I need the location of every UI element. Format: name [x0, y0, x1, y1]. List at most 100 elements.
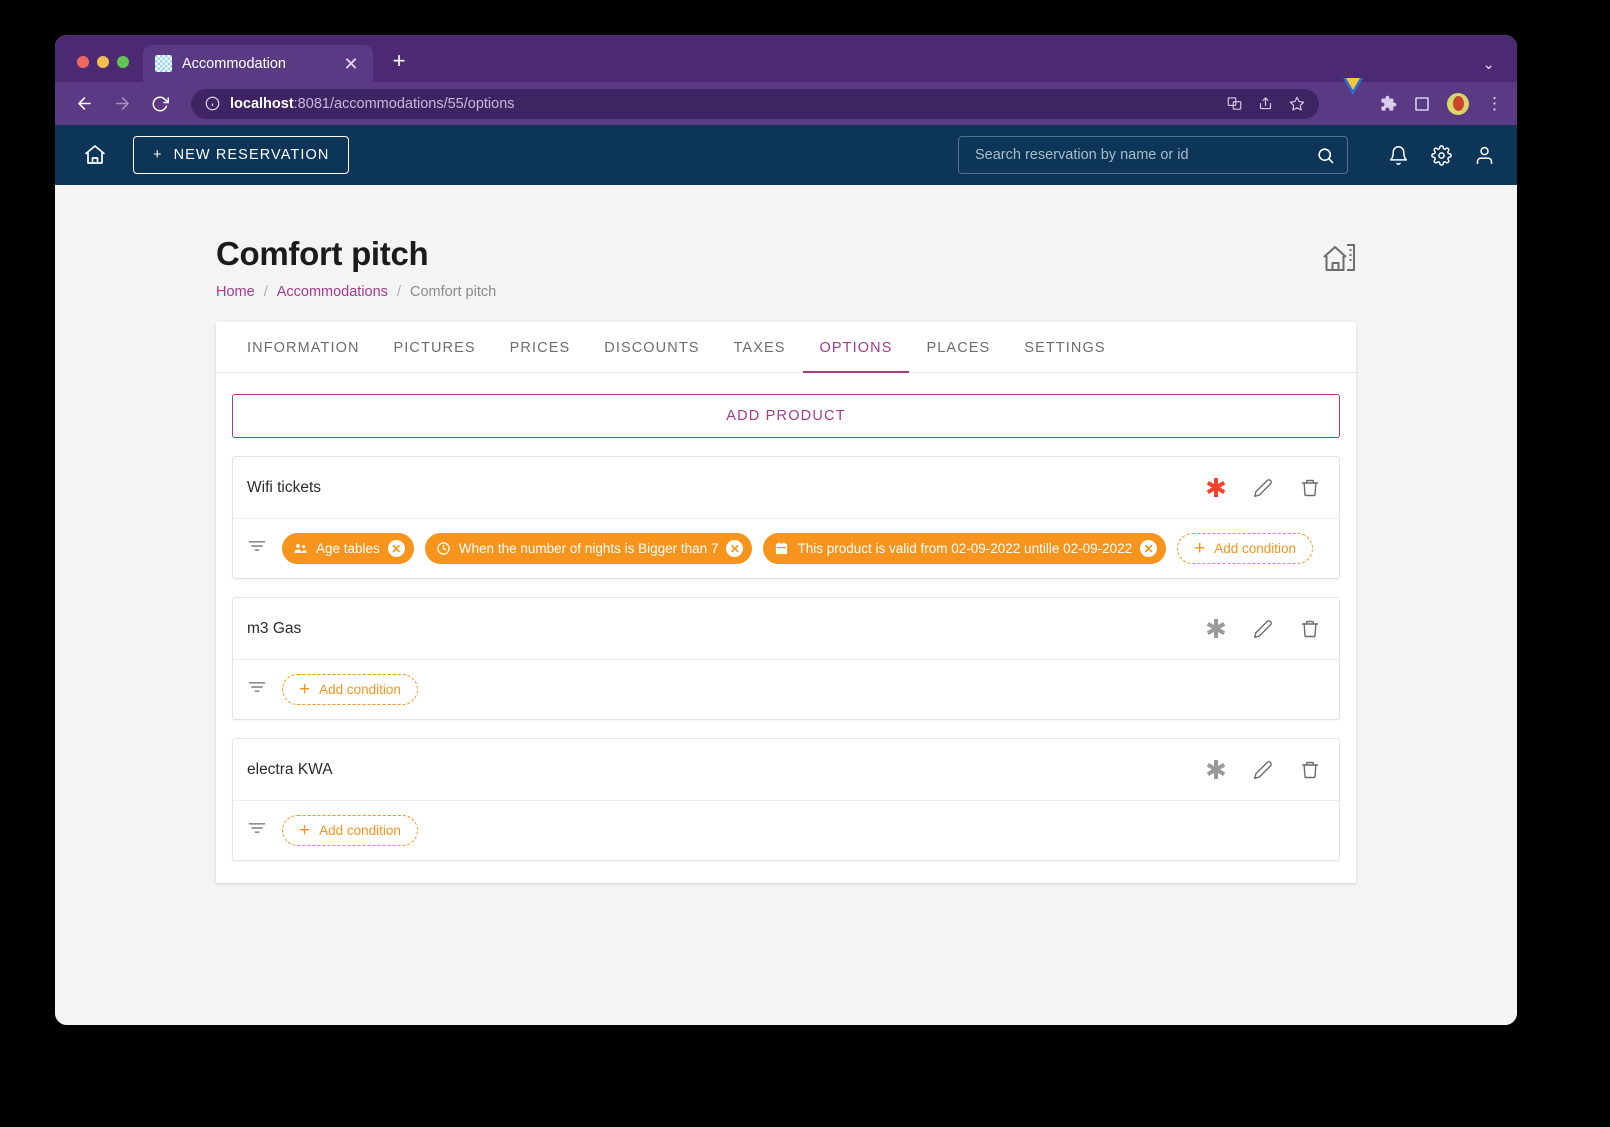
address-bar-url: localhost:8081/accommodations/55/options — [230, 96, 515, 112]
product-actions: ✱ — [1205, 757, 1321, 783]
condition-chip[interactable]: Age tables ✕ — [282, 533, 414, 564]
filter-icon — [247, 818, 267, 843]
calendar-icon — [774, 541, 789, 556]
tab-settings[interactable]: SETTINGS — [1007, 322, 1122, 373]
delete-trash-icon[interactable] — [1299, 618, 1321, 640]
add-product-button[interactable]: ADD PRODUCT — [232, 394, 1340, 438]
breadcrumb: Home / Accommodations / Comfort pitch — [216, 284, 496, 300]
close-window-button[interactable] — [77, 56, 89, 68]
extensions-puzzle-icon[interactable] — [1380, 95, 1397, 112]
reload-button[interactable] — [147, 91, 173, 117]
tab-pictures[interactable]: PICTURES — [377, 322, 493, 373]
browser-window: Accommodation ✕ + ⌄ localhost:8081/accom… — [55, 35, 1517, 1025]
home-icon[interactable] — [75, 135, 115, 175]
add-condition-label: Add condition — [319, 823, 401, 838]
remove-condition-icon[interactable]: ✕ — [726, 540, 744, 557]
product-name: electra KWA — [247, 760, 333, 778]
product-header: electra KWA ✱ — [233, 739, 1339, 801]
breadcrumb-separator: / — [263, 284, 268, 300]
plus-icon: + — [299, 679, 311, 700]
vercel-extension-icon[interactable] — [1343, 77, 1363, 113]
clock-icon — [436, 541, 451, 556]
product-conditions: + Add condition — [233, 801, 1339, 860]
sidepanel-icon[interactable] — [1414, 96, 1430, 112]
breadcrumb-item-current: Comfort pitch — [409, 284, 497, 300]
chevron-down-icon[interactable]: ⌄ — [1482, 55, 1495, 73]
filter-icon — [247, 677, 267, 702]
window-controls — [55, 56, 143, 82]
add-condition-button[interactable]: + Add condition — [282, 674, 418, 705]
tab-discounts[interactable]: DISCOUNTS — [587, 322, 716, 373]
required-asterisk-icon[interactable]: ✱ — [1205, 475, 1227, 501]
tab-places[interactable]: PLACES — [909, 322, 1007, 373]
product-row: Wifi tickets ✱ Age tables ✕ When the num… — [232, 456, 1340, 579]
new-reservation-label: NEW RESERVATION — [173, 147, 330, 163]
breadcrumb-item-home[interactable]: Home — [216, 284, 255, 300]
search-icon[interactable] — [1316, 146, 1335, 165]
entity-tabs: INFORMATION PICTURES PRICES DISCOUNTS TA… — [216, 322, 1356, 373]
edit-pencil-icon[interactable] — [1252, 477, 1274, 499]
app-header: + NEW RESERVATION — [55, 125, 1517, 185]
browser-toolbar: localhost:8081/accommodations/55/options — [55, 77, 1517, 125]
browser-tabstrip: Accommodation ✕ + ⌄ — [55, 35, 1517, 82]
close-tab-icon[interactable]: ✕ — [341, 55, 361, 73]
maximize-window-button[interactable] — [117, 56, 129, 68]
search-box[interactable] — [958, 136, 1348, 174]
tab-taxes[interactable]: TAXES — [717, 322, 803, 373]
product-conditions: Age tables ✕ When the number of nights i… — [233, 519, 1339, 578]
add-condition-button[interactable]: + Add condition — [282, 815, 418, 846]
product-conditions: + Add condition — [233, 660, 1339, 719]
required-asterisk-icon[interactable]: ✱ — [1205, 757, 1227, 783]
bookmark-star-icon[interactable] — [1289, 96, 1305, 112]
browser-menu-icon[interactable]: ⋮ — [1486, 95, 1503, 112]
page-header: Comfort pitch Home / Accommodations / Co… — [216, 235, 1356, 300]
profile-avatar[interactable] — [1447, 92, 1469, 115]
remove-condition-icon[interactable]: ✕ — [387, 540, 405, 557]
group-icon — [293, 541, 308, 556]
add-condition-label: Add condition — [1214, 541, 1297, 556]
new-tab-button[interactable]: + — [389, 50, 409, 72]
address-bar[interactable]: localhost:8081/accommodations/55/options — [191, 88, 1319, 119]
notifications-bell-icon[interactable] — [1388, 145, 1409, 166]
product-name: m3 Gas — [247, 619, 302, 637]
settings-gear-icon[interactable] — [1431, 144, 1452, 166]
back-button[interactable] — [71, 91, 97, 117]
condition-chip-label: This product is valid from 02-09-2022 un… — [797, 541, 1133, 556]
required-asterisk-icon[interactable]: ✱ — [1205, 616, 1227, 642]
plus-icon: + — [153, 147, 163, 163]
plus-icon: + — [1194, 538, 1206, 559]
edit-pencil-icon[interactable] — [1252, 759, 1274, 781]
building-house-icon — [1322, 241, 1356, 278]
forward-button[interactable] — [109, 91, 135, 117]
add-condition-button[interactable]: + Add condition — [1177, 533, 1314, 564]
edit-pencil-icon[interactable] — [1252, 618, 1274, 640]
new-reservation-button[interactable]: + NEW RESERVATION — [133, 136, 350, 174]
breadcrumb-separator: / — [396, 284, 401, 300]
options-body: ADD PRODUCT Wifi tickets ✱ Age tables ✕ … — [216, 373, 1356, 861]
translate-icon[interactable] — [1227, 96, 1242, 111]
condition-chip[interactable]: This product is valid from 02-09-2022 un… — [763, 533, 1167, 564]
product-row: m3 Gas ✱ + Add condition — [232, 597, 1340, 720]
site-info-icon[interactable] — [205, 96, 220, 111]
delete-trash-icon[interactable] — [1299, 759, 1321, 781]
tab-options[interactable]: OPTIONS — [802, 322, 910, 373]
options-card: INFORMATION PICTURES PRICES DISCOUNTS TA… — [216, 322, 1356, 883]
condition-chip-label: Age tables — [316, 541, 380, 556]
condition-chip[interactable]: When the number of nights is Bigger than… — [424, 533, 753, 564]
delete-trash-icon[interactable] — [1299, 477, 1321, 499]
page-content: Comfort pitch Home / Accommodations / Co… — [55, 185, 1517, 1025]
favicon-icon — [155, 55, 172, 72]
product-row: electra KWA ✱ + Add condition — [232, 738, 1340, 861]
remove-condition-icon[interactable]: ✕ — [1140, 540, 1158, 557]
user-account-icon[interactable] — [1474, 145, 1495, 166]
breadcrumb-item-accommodations[interactable]: Accommodations — [277, 284, 388, 300]
browser-tab-accommodation[interactable]: Accommodation ✕ — [143, 45, 373, 82]
tab-information[interactable]: INFORMATION — [230, 322, 377, 373]
product-header: Wifi tickets ✱ — [233, 457, 1339, 519]
page-title: Comfort pitch — [216, 235, 429, 272]
share-icon[interactable] — [1258, 96, 1273, 111]
minimize-window-button[interactable] — [97, 56, 109, 68]
product-header: m3 Gas ✱ — [233, 598, 1339, 660]
tab-prices[interactable]: PRICES — [493, 322, 588, 373]
search-input[interactable] — [973, 146, 1316, 164]
